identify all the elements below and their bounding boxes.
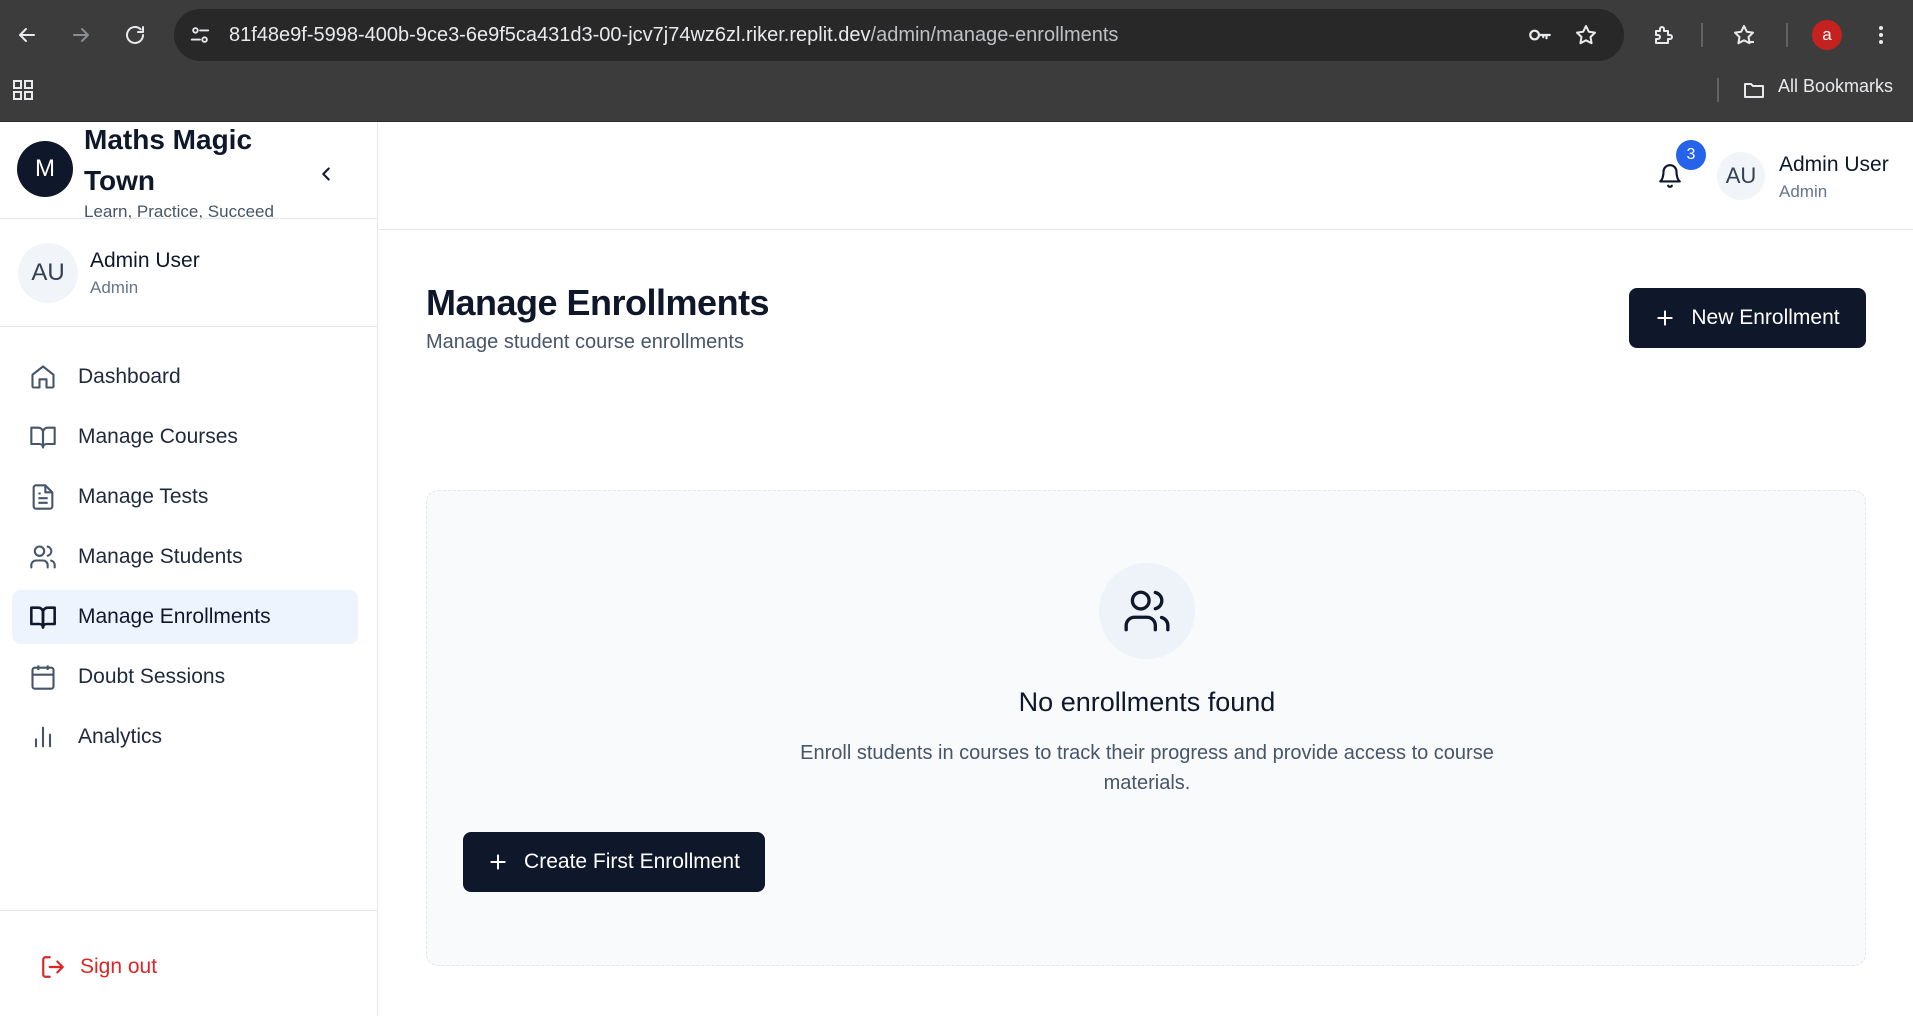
page-subtitle: Manage student course enrollments <box>426 331 744 353</box>
header-user-role: Admin <box>1779 182 1828 201</box>
create-first-enrollment-button[interactable]: Create First Enrollment <box>463 832 765 892</box>
bookmarks-button[interactable] <box>1726 17 1762 53</box>
sidebar-nav: Dashboard Manage Courses Manage Tests Ma… <box>12 350 358 770</box>
brand-logo: M <box>17 141 73 197</box>
reload-button[interactable] <box>117 17 153 53</box>
sidebar-divider <box>0 218 377 219</box>
brand-tagline: Learn, Practice, Succeed <box>84 202 274 221</box>
site-info-button[interactable] <box>182 17 218 53</box>
users-icon <box>28 542 58 572</box>
bookmark-page-button[interactable] <box>1568 17 1604 53</box>
sidebar-item-label: Doubt Sessions <box>78 665 226 688</box>
plus-icon <box>1657 310 1674 326</box>
empty-state-title: No enrollments found <box>1018 687 1276 717</box>
empty-state: No enrollments found Enroll students in … <box>426 490 1866 966</box>
apps-icon <box>13 80 33 100</box>
sidebar-item-manage-students[interactable]: Manage Students <box>12 530 358 584</box>
url-path: /admin/manage-enrollments <box>870 24 1119 46</box>
back-icon <box>19 28 35 42</box>
reload-icon <box>126 26 144 44</box>
sidebar-item-dashboard[interactable]: Dashboard <box>12 350 358 404</box>
book-icon <box>28 422 58 452</box>
sidebar-item-label: Manage Courses <box>78 425 238 448</box>
chevron-left-icon <box>322 167 330 181</box>
sidebar-item-manage-courses[interactable]: Manage Courses <box>12 410 358 464</box>
calendar-icon <box>28 662 58 692</box>
password-button[interactable] <box>1522 17 1558 53</box>
back-button[interactable] <box>9 17 45 53</box>
new-enrollment-button[interactable]: New Enrollment <box>1629 288 1866 348</box>
url-host: 81f48e9f-5998-400b-9ce3-6e9f5ca431d3-00-… <box>229 24 871 46</box>
bookmarks-bar <box>0 70 1913 122</box>
sidebar-item-label: Manage Students <box>78 545 243 568</box>
book-open-icon <box>28 602 58 632</box>
log-out-icon <box>42 956 64 978</box>
bar-chart-icon <box>28 722 58 752</box>
star-icon <box>1576 25 1596 45</box>
sidebar-user-role: Admin <box>90 278 139 297</box>
sidebar-item-doubt-sessions[interactable]: Doubt Sessions <box>12 650 358 704</box>
all-bookmarks-label[interactable]: All Bookmarks <box>1778 76 1893 97</box>
forward-icon <box>73 28 89 42</box>
file-text-icon <box>28 482 58 512</box>
bell-icon <box>1659 164 1681 188</box>
notification-badge: 3 <box>1676 140 1706 170</box>
sidebar-item-label: Manage Tests <box>78 485 209 508</box>
profile-avatar[interactable]: a <box>1812 20 1842 50</box>
sidebar-item-label: Dashboard <box>78 365 181 388</box>
folder-icon <box>1744 83 1764 98</box>
collapse-sidebar-button[interactable] <box>308 156 344 192</box>
bookmark-star-icon <box>1734 25 1754 45</box>
sidebar-item-label: Analytics <box>78 725 163 748</box>
sidebar-divider <box>0 910 377 911</box>
extensions-button[interactable] <box>1646 17 1682 53</box>
toolbar-divider <box>1701 23 1703 47</box>
chrome-menu-button[interactable] <box>1863 17 1899 53</box>
sidebar-user-name: Admin User <box>90 249 200 272</box>
create-first-enrollment-label: Create First Enrollment <box>524 850 740 873</box>
sidebar-divider <box>0 326 377 327</box>
apps-button[interactable] <box>5 72 41 108</box>
header-avatar[interactable]: AU <box>1717 152 1765 200</box>
menu-icon <box>1879 26 1883 44</box>
bookmarks-divider <box>1717 78 1719 102</box>
plus-icon <box>490 854 506 870</box>
sidebar-item-manage-enrollments[interactable]: Manage Enrollments <box>12 590 358 644</box>
new-enrollment-label: New Enrollment <box>1691 306 1840 329</box>
site-info-icon <box>190 27 210 43</box>
home-icon <box>28 362 58 392</box>
all-bookmarks-folder[interactable] <box>1736 72 1772 108</box>
url-text[interactable]: 81f48e9f-5998-400b-9ce3-6e9f5ca431d3-00-… <box>229 9 1118 61</box>
sign-out-button[interactable]: Sign out <box>40 949 157 985</box>
sidebar-item-manage-tests[interactable]: Manage Tests <box>12 470 358 524</box>
forward-button[interactable] <box>63 17 99 53</box>
sign-out-label: Sign out <box>80 955 158 978</box>
avatar: AU <box>18 243 78 303</box>
extensions-icon <box>1655 26 1673 44</box>
address-bar[interactable]: 81f48e9f-5998-400b-9ce3-6e9f5ca431d3-00-… <box>174 9 1624 61</box>
empty-state-icon-circle <box>1099 563 1195 659</box>
brand-name: Maths Magic Town <box>84 124 253 196</box>
toolbar-divider <box>1786 23 1788 47</box>
header-user-name[interactable]: Admin User <box>1779 153 1889 177</box>
empty-state-description: Enroll students in courses to track thei… <box>800 742 1494 794</box>
page-title: Manage Enrollments <box>426 282 770 323</box>
users-icon <box>1124 590 1170 632</box>
sidebar: M Maths Magic Town Learn, Practice, Succ… <box>0 122 378 1016</box>
sidebar-item-analytics[interactable]: Analytics <box>12 710 358 764</box>
sidebar-item-label: Manage Enrollments <box>78 605 271 628</box>
key-icon <box>1529 29 1551 41</box>
